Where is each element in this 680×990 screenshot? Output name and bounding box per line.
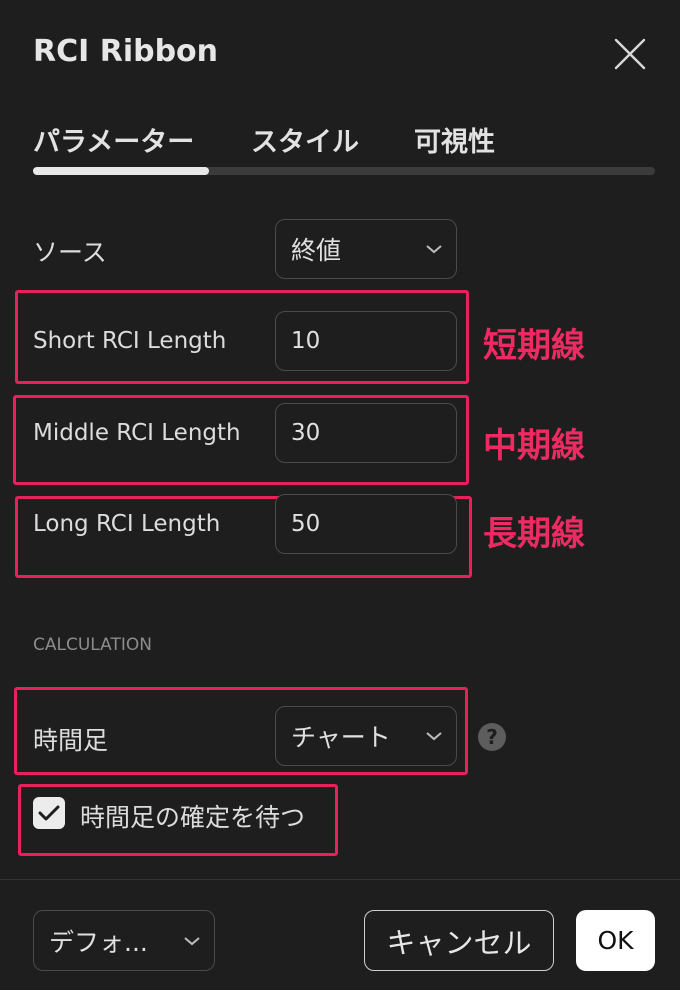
short-length-value: 10 [291,328,321,354]
wait-confirm-checkbox[interactable] [33,797,65,829]
section-heading-calculation: CALCULATION [33,635,152,655]
timeframe-select-value: チャート [291,723,391,752]
tab-active-indicator [33,167,209,175]
tab-parameters[interactable]: パラメーター [33,120,194,159]
ok-button[interactable]: OK [576,910,655,971]
annotation-long: 長期線 [483,514,585,554]
help-icon[interactable]: ? [478,723,506,751]
wait-confirm-label[interactable]: 時間足の確定を待つ [80,798,305,834]
cancel-button[interactable]: キャンセル [364,910,554,971]
timeframe-label: 時間足 [33,726,109,755]
dialog-title: RCI Ribbon [33,34,219,69]
middle-length-value: 30 [291,420,321,446]
long-length-value: 50 [291,511,321,537]
short-length-input[interactable]: 10 [275,311,457,371]
chevron-down-icon [184,936,200,945]
close-icon[interactable] [612,36,648,72]
source-select[interactable]: 終値 [275,219,457,279]
tab-visibility[interactable]: 可視性 [414,120,495,159]
long-length-input[interactable]: 50 [275,494,457,554]
short-length-label: Short RCI Length [33,328,227,354]
defaults-dropdown[interactable]: デフォ... [33,910,215,971]
annotation-middle: 中期線 [483,426,585,466]
source-label: ソース [33,238,107,267]
timeframe-select[interactable]: チャート [275,706,457,766]
chevron-down-icon [426,245,442,254]
defaults-dropdown-label: デフォ... [49,927,148,957]
middle-length-input[interactable]: 30 [275,403,457,463]
source-select-value: 終値 [291,236,342,265]
checkmark-icon [38,805,60,821]
footer-divider [0,879,680,880]
chevron-down-icon [426,732,442,741]
tab-style[interactable]: スタイル [251,120,359,159]
long-length-label: Long RCI Length [33,511,221,537]
middle-length-label: Middle RCI Length [33,420,241,446]
annotation-short: 短期線 [483,326,585,366]
